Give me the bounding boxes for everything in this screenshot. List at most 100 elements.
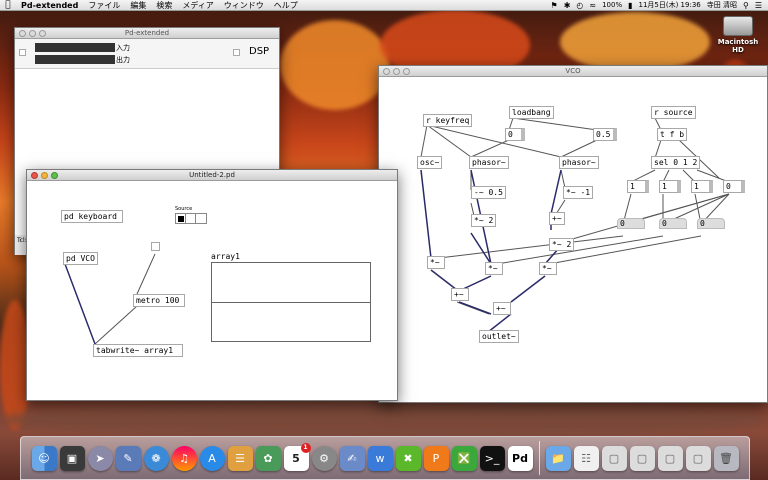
msg-0[interactable]: 0 xyxy=(505,128,525,141)
evernote-icon[interactable]: ❎ xyxy=(451,445,477,471)
zoom-button[interactable] xyxy=(39,30,46,37)
num-0-a[interactable]: 0 xyxy=(617,218,645,229)
obj-outlet[interactable]: outlet~ xyxy=(479,330,519,343)
patch-canvas[interactable]: pd keyboard Source pd VCO metro 100 tabw… xyxy=(27,182,397,400)
itunes-icon[interactable]: ♫ xyxy=(171,445,197,471)
menu-edit[interactable]: 編集 xyxy=(125,0,151,11)
pd-main-titlebar[interactable]: Pd-extended xyxy=(15,28,279,39)
source-radio[interactable] xyxy=(175,213,207,224)
obj-sel[interactable]: sel 0 1 2 xyxy=(651,156,701,169)
obj-mul-a[interactable]: *~ xyxy=(427,256,445,269)
minimize-button[interactable] xyxy=(41,172,48,179)
patch-titlebar[interactable]: Untitled-2.pd xyxy=(27,170,397,181)
flag-icon[interactable]: ⚑ xyxy=(551,1,558,10)
num-0-b[interactable]: 0 xyxy=(659,218,687,229)
battery-text[interactable]: 100% xyxy=(602,1,622,9)
num-0-c[interactable]: 0 xyxy=(697,218,725,229)
obj-loadbang[interactable]: loadbang xyxy=(509,106,554,119)
menu-app-name[interactable]: Pd-extended xyxy=(16,1,83,10)
obj-mul-c[interactable]: *~ xyxy=(539,262,557,275)
launchpad-icon[interactable]: ➤ xyxy=(87,445,113,471)
user-name[interactable]: 寺田 清昭 xyxy=(707,0,737,10)
zoom-button[interactable] xyxy=(51,172,58,179)
menu-media[interactable]: メディア xyxy=(177,0,218,11)
trash-icon[interactable]: 🗑 xyxy=(713,445,739,471)
terminal-icon[interactable]: >_ xyxy=(479,445,505,471)
radio-cell-0[interactable] xyxy=(176,214,186,223)
obj-mul-2-b[interactable]: *~ 2 xyxy=(549,238,575,251)
msg-0-5[interactable]: 0.5 xyxy=(593,128,617,141)
close-button[interactable] xyxy=(19,30,26,37)
obj-t-f-b[interactable]: t f b xyxy=(657,128,688,141)
finder-icon[interactable]: ☺ xyxy=(31,445,57,471)
obj-pd-keyboard[interactable]: pd keyboard xyxy=(61,210,123,223)
close-button[interactable] xyxy=(31,172,38,179)
obj-plus-a[interactable]: +~ xyxy=(549,212,565,225)
battery-icon[interactable]: ▮ xyxy=(628,1,632,10)
msg-1-b[interactable]: 1 xyxy=(659,180,681,193)
obj-mul-minus-1[interactable]: *~ -1 xyxy=(563,186,594,199)
meter-checkbox[interactable] xyxy=(19,49,26,56)
obj-r-source[interactable]: r source xyxy=(651,106,696,119)
bluetooth-icon[interactable]: ✱ xyxy=(564,1,571,10)
obj-plus-b[interactable]: +~ xyxy=(451,288,469,301)
window-icon[interactable]: ▢ xyxy=(601,445,627,471)
safari-icon[interactable]: ❁ xyxy=(143,445,169,471)
obj-minus-0-5[interactable]: -~ 0.5 xyxy=(471,186,506,199)
msg-1-c[interactable]: 1 xyxy=(691,180,713,193)
array-graph[interactable] xyxy=(211,262,371,342)
obj-osc[interactable]: osc~ xyxy=(417,156,443,169)
msg-0-b[interactable]: 0 xyxy=(723,180,745,193)
calendar-icon[interactable]: 51 xyxy=(283,442,311,471)
vco-titlebar[interactable]: VCO xyxy=(379,66,767,77)
menu-find[interactable]: 検索 xyxy=(151,0,177,11)
pages-icon[interactable]: P xyxy=(423,445,449,471)
minimize-button[interactable] xyxy=(393,68,400,75)
folder-icon[interactable]: 📁 xyxy=(545,445,571,471)
obj-r-keyfreq[interactable]: r keyfreq xyxy=(423,114,473,127)
clock-icon[interactable]: ◴ xyxy=(576,1,583,10)
clock-text[interactable]: 11月5日(木) 19:36 xyxy=(639,0,701,10)
wifi-icon[interactable]: ≈ xyxy=(589,1,596,10)
bang-button[interactable] xyxy=(151,242,160,251)
dsp-checkbox[interactable] xyxy=(233,49,240,56)
desktop-hd-icon[interactable]: Macintosh HD xyxy=(712,16,764,54)
minimize-button[interactable] xyxy=(29,30,36,37)
obj-tabwrite[interactable]: tabwrite~ array1 xyxy=(93,344,183,357)
vco-canvas[interactable]: r keyfreq loadbang r source 0 0.5 t f b … xyxy=(379,78,768,402)
notification-center-icon[interactable]: ☰ xyxy=(755,1,762,10)
window-icon-3[interactable]: ▢ xyxy=(657,445,683,471)
spotlight-icon[interactable]: ⚲ xyxy=(743,1,749,10)
appstore-icon[interactable]: A xyxy=(199,445,225,471)
obj-mul-b[interactable]: *~ xyxy=(485,262,503,275)
menu-help[interactable]: ヘルプ xyxy=(269,0,303,11)
obj-pd-vco[interactable]: pd VCO xyxy=(63,252,98,265)
dashboard-icon[interactable]: ▣ xyxy=(59,445,85,471)
system-preferences-icon[interactable]: ⚙ xyxy=(311,445,337,471)
msg-1-a[interactable]: 1 xyxy=(627,180,649,193)
window-icon-2[interactable]: ▢ xyxy=(629,445,655,471)
menu-file[interactable]: ファイル xyxy=(83,0,125,11)
document-icon[interactable]: ☷ xyxy=(573,445,599,471)
obj-phasor-2[interactable]: phasor~ xyxy=(559,156,599,169)
pd-icon[interactable]: Pd xyxy=(507,445,533,471)
pd-main-toolbar: 入力 出力 DSP xyxy=(15,39,279,69)
notes-icon[interactable]: ✍ xyxy=(339,445,365,471)
obj-metro[interactable]: metro 100 xyxy=(133,294,185,307)
menu-window[interactable]: ウィンドウ xyxy=(219,0,269,11)
close-button[interactable] xyxy=(383,68,390,75)
output-meter xyxy=(35,55,115,64)
zoom-button[interactable] xyxy=(403,68,410,75)
radio-cell-1[interactable] xyxy=(186,214,196,223)
photos-icon[interactable]: ✿ xyxy=(255,445,281,471)
ibooks-icon[interactable]: ☰ xyxy=(227,445,253,471)
obj-phasor-1[interactable]: phasor~ xyxy=(469,156,509,169)
wiki-icon[interactable]: w xyxy=(367,445,393,471)
x-icon[interactable]: ✖ xyxy=(395,445,421,471)
obj-plus-c[interactable]: +~ xyxy=(493,302,511,315)
window-icon-4[interactable]: ▢ xyxy=(685,445,711,471)
obj-mul-2-a[interactable]: *~ 2 xyxy=(471,214,497,227)
apple-icon[interactable]:  xyxy=(0,0,16,10)
preview-icon[interactable]: ✎ xyxy=(115,445,141,471)
radio-cell-2[interactable] xyxy=(196,214,206,223)
